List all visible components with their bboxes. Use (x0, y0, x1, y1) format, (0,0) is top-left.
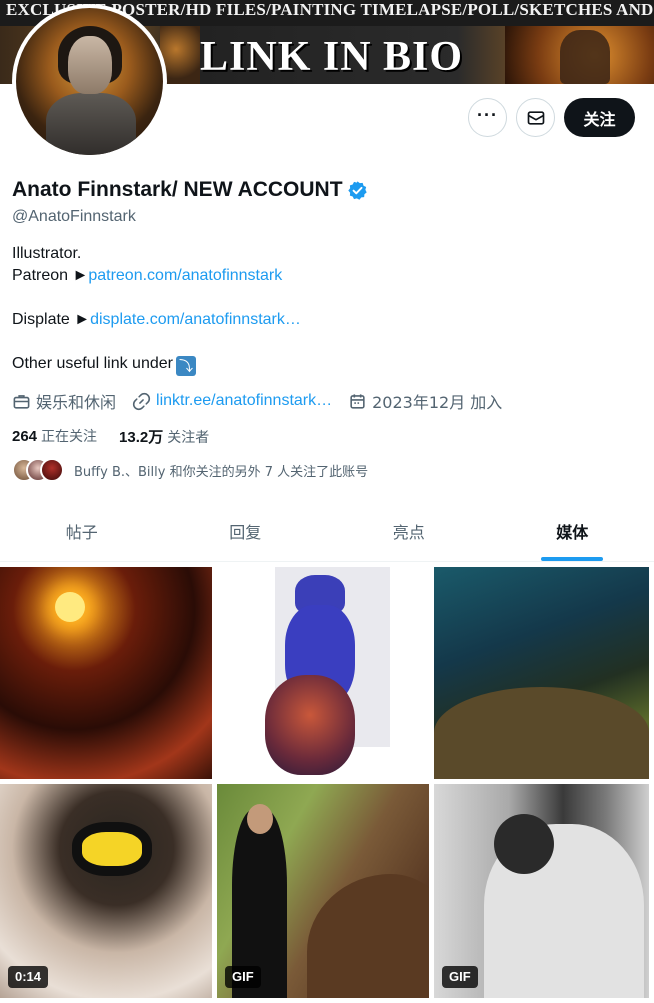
follow-button[interactable]: 关注 (564, 98, 635, 137)
media-art (247, 804, 273, 834)
tab-posts[interactable]: 帖子 (0, 500, 164, 562)
media-item[interactable]: GIF (434, 784, 649, 998)
tab-replies[interactable]: 回复 (164, 500, 328, 562)
more-dots-icon: ··· (477, 104, 498, 125)
media-art (55, 592, 85, 622)
bio-patreon-prefix: Patreon ► (12, 267, 89, 284)
profile-tabs: 帖子 回复 亮点 媒体 (0, 500, 654, 562)
website-item[interactable]: linktr.ee/anatofinnstark… (132, 392, 332, 411)
following-number: 264 (12, 428, 38, 445)
following-label: 正在关注 (41, 429, 98, 445)
briefcase-icon (13, 394, 30, 409)
tab-media[interactable]: 媒体 (491, 500, 654, 562)
verified-badge-icon[interactable] (347, 180, 368, 201)
media-item[interactable] (0, 567, 212, 779)
banner-figure (560, 30, 610, 84)
media-art (434, 687, 649, 779)
profile-bio: Illustrator. Patreon ►patreon.com/anatof… (12, 243, 301, 376)
mail-icon (527, 110, 544, 125)
media-item[interactable] (217, 567, 429, 779)
gif-badge: GIF (225, 966, 261, 988)
media-item[interactable] (434, 567, 649, 779)
known-followers[interactable]: Buffy B.、Billy 和你关注的另外 7 人关注了此账号 (12, 458, 368, 482)
followers-label: 关注者 (167, 430, 210, 446)
avatar-image (16, 8, 163, 155)
bio-line: Displate ►displate.com/anatofinnstark… (12, 309, 301, 331)
avatar[interactable] (12, 4, 167, 159)
follow-counts: 264 正在关注 13.2万 关注者 (12, 426, 231, 447)
known-followers-text: Buffy B.、Billy 和你关注的另外 7 人关注了此账号 (74, 464, 369, 480)
displate-link[interactable]: displate.com/anatofinnstark… (90, 311, 301, 328)
tab-label: 回复 (229, 523, 262, 542)
media-item[interactable]: 0:14 (0, 784, 212, 998)
message-button[interactable] (516, 98, 555, 137)
profile-name-row: Anato Finnstark/ NEW ACCOUNT (12, 178, 368, 202)
video-duration-badge: 0:14 (8, 966, 49, 988)
avatar-art (46, 93, 136, 155)
category-label: 娱乐和休闲 (36, 393, 117, 412)
avatar-art (68, 36, 112, 94)
patreon-link[interactable]: patreon.com/anatofinnstark (88, 267, 282, 284)
media-art (307, 874, 429, 998)
more-options-button[interactable]: ··· (468, 98, 507, 137)
tab-highlights[interactable]: 亮点 (327, 500, 491, 562)
avatar (40, 458, 64, 482)
media-art (265, 675, 355, 775)
profile-name: Anato Finnstark/ NEW ACCOUNT (12, 178, 343, 201)
tab-label: 亮点 (392, 523, 425, 542)
joined-label: 2023年12月 加入 (372, 393, 503, 412)
tab-label: 帖子 (65, 523, 98, 542)
following-count[interactable]: 264 正在关注 (12, 426, 97, 447)
media-item[interactable]: GIF (217, 784, 429, 998)
category-item: 娱乐和休闲 (12, 389, 116, 413)
media-art (494, 814, 554, 874)
profile-meta: 娱乐和休闲 linktr.ee/anatofinnstark… 2023年12月… (12, 389, 518, 413)
followers-count[interactable]: 13.2万 关注者 (119, 426, 209, 447)
website-link[interactable]: linktr.ee/anatofinnstark… (156, 392, 332, 410)
profile-handle: @AnatoFinnstark (12, 208, 136, 225)
link-icon (132, 392, 151, 410)
bio-displate-prefix: Displate ► (12, 311, 91, 328)
bio-other-text: Other useful link under (12, 355, 173, 372)
joined-item: 2023年12月 加入 (348, 389, 502, 413)
arrow-down-icon: ⤵ (175, 356, 196, 376)
calendar-icon (350, 393, 365, 409)
followers-number: 13.2万 (119, 429, 164, 446)
active-tab-indicator (541, 557, 604, 561)
banner-main-text: LINK IN BIO (200, 34, 464, 80)
bio-line: Illustrator. (12, 245, 82, 262)
tab-label: 媒体 (556, 523, 589, 542)
media-art (82, 832, 142, 866)
bio-line: Other useful link under ⤵ (12, 353, 301, 376)
bio-line: Patreon ►patreon.com/anatofinnstark (12, 265, 301, 287)
gif-badge: GIF (442, 966, 478, 988)
